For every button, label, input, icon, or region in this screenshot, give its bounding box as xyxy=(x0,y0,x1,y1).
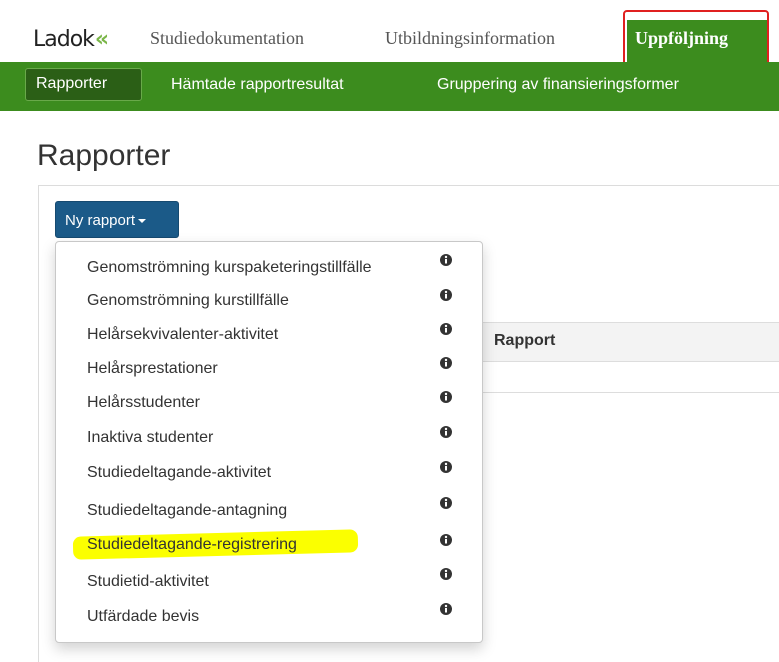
top-navigation: Ladok« Studiedokumentation Utbildningsin… xyxy=(0,0,779,66)
menu-item-label: Utfärdade bevis xyxy=(87,608,200,625)
info-icon[interactable] xyxy=(440,497,452,509)
info-icon[interactable] xyxy=(440,603,452,615)
menu-item-label: Helårsekvivalenter-aktivitet xyxy=(87,326,279,343)
info-icon[interactable] xyxy=(440,461,452,473)
info-icon[interactable] xyxy=(440,289,452,301)
menu-item-helarsekvivalenter-aktivitet[interactable]: Helårsekvivalenter-aktivitet xyxy=(56,319,482,353)
page-title: Rapporter xyxy=(37,139,171,172)
new-report-label: Ny rapport xyxy=(65,212,136,229)
info-icon[interactable] xyxy=(440,254,452,266)
menu-item-studiedeltagande-registrering[interactable]: Studiedeltagande-registrering xyxy=(56,529,482,565)
menu-item-label: Studiedeltagande-aktivitet xyxy=(87,464,272,481)
caret-down-icon xyxy=(138,219,147,224)
menu-item-helarsprestationer[interactable]: Helårsprestationer xyxy=(56,353,482,387)
subnav-gruppering-finansieringsformer[interactable]: Gruppering av finansieringsformer xyxy=(437,76,679,94)
info-icon[interactable] xyxy=(440,357,452,369)
subnav-hamtade-rapportresultat[interactable]: Hämtade rapportresultat xyxy=(171,76,344,94)
menu-item-inaktiva-studenter[interactable]: Inaktiva studenter xyxy=(56,422,482,456)
ladok-logo[interactable]: Ladok« xyxy=(33,27,109,52)
menu-item-genomstromning-kurspaketeringstillfalle[interactable]: Genomströmning kurspaketeringstillfälle xyxy=(56,252,482,286)
info-icon[interactable] xyxy=(440,568,452,580)
menu-item-studietid-aktivitet[interactable]: Studietid-aktivitet xyxy=(56,566,482,600)
topnav-utbildningsinformation[interactable]: Utbildningsinformation xyxy=(385,28,555,49)
logo-text: Ladok xyxy=(33,27,95,52)
menu-item-label: Helårsstudenter xyxy=(87,394,200,411)
menu-item-label: Helårsprestationer xyxy=(87,360,218,377)
menu-item-label: Studietid-aktivitet xyxy=(87,573,209,590)
logo-mark: « xyxy=(94,27,109,52)
menu-item-label: Studiedeltagande-antagning xyxy=(87,502,288,519)
new-report-button[interactable]: Ny rapport xyxy=(55,201,179,238)
menu-item-studiedeltagande-aktivitet[interactable]: Studiedeltagande-aktivitet xyxy=(56,457,482,491)
info-icon[interactable] xyxy=(440,323,452,335)
info-icon[interactable] xyxy=(440,391,452,403)
new-report-dropdown: Genomströmning kurspaketeringstillfälle … xyxy=(55,241,483,643)
topnav-studiedokumentation[interactable]: Studiedokumentation xyxy=(150,28,304,49)
subnav-rapporter[interactable]: Rapporter xyxy=(25,68,142,101)
sub-navigation: Rapporter Hämtade rapportresultat Gruppe… xyxy=(0,62,779,111)
info-icon[interactable] xyxy=(440,534,452,546)
menu-item-label: Genomströmning kurstillfälle xyxy=(87,292,289,309)
menu-item-helarsstudenter[interactable]: Helårsstudenter xyxy=(56,387,482,421)
table-header-rapport: Rapport xyxy=(494,332,556,349)
menu-item-studiedeltagande-antagning[interactable]: Studiedeltagande-antagning xyxy=(56,495,482,529)
menu-item-genomstromning-kurstillfalle[interactable]: Genomströmning kurstillfälle xyxy=(56,285,482,319)
info-icon[interactable] xyxy=(440,426,452,438)
topnav-uppfoljning[interactable]: Uppföljning xyxy=(627,20,768,62)
menu-item-utfardade-bevis[interactable]: Utfärdade bevis xyxy=(56,601,482,635)
menu-item-label: Inaktiva studenter xyxy=(87,429,214,446)
menu-item-label: Studiedeltagande-registrering xyxy=(87,536,297,553)
menu-item-label: Genomströmning kurspaketeringstillfälle xyxy=(87,259,372,276)
